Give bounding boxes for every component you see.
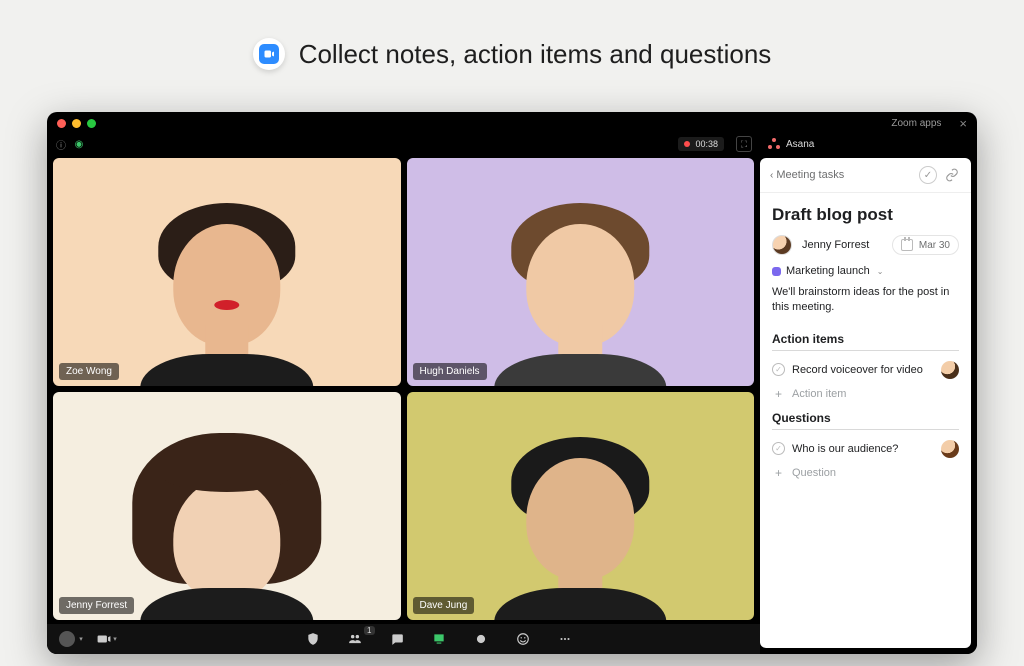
participant-name: Dave Jung (413, 597, 475, 614)
participant-face-icon (473, 433, 688, 620)
promo-title: Collect notes, action items and question… (299, 39, 772, 70)
participant-face-icon (119, 199, 334, 386)
video-grid: Zoe Wong Hugh Daniels Jenny Forrest (47, 154, 760, 624)
more-button[interactable] (549, 628, 581, 650)
copy-link-icon[interactable] (943, 166, 961, 184)
add-question-label: Question (792, 467, 836, 479)
asana-logo-icon (768, 138, 780, 150)
maximize-window-icon[interactable] (87, 119, 96, 128)
participant-face-icon (473, 199, 688, 386)
assignee-avatar-icon[interactable] (941, 361, 959, 379)
participant-face-icon (119, 433, 334, 620)
action-item-text: Record voiceover for video (792, 364, 934, 376)
chat-button[interactable] (381, 628, 413, 650)
traffic-lights[interactable] (57, 119, 96, 128)
video-tile[interactable]: Hugh Daniels (407, 158, 755, 386)
panel-top: ‹ Meeting tasks ✓ (760, 158, 971, 193)
section-action-items-title: Action items (772, 332, 959, 351)
zoom-toolbar: ▾ ▾ 1 (47, 624, 760, 654)
titlebar-label: Zoom apps (891, 118, 959, 129)
participant-name: Hugh Daniels (413, 363, 487, 380)
app-window: Zoom apps × ⓘ ◉ 00:38 ⛶ Zoe Wong (47, 112, 977, 654)
action-item-row[interactable]: ✓ Record voiceover for video (772, 357, 959, 383)
participant-name: Jenny Forrest (59, 597, 134, 614)
share-screen-button[interactable] (423, 628, 455, 650)
assignee-name[interactable]: Jenny Forrest (802, 239, 869, 251)
calendar-icon (901, 239, 913, 251)
video-tile[interactable]: Zoe Wong (53, 158, 401, 386)
video-tile[interactable]: Jenny Forrest (53, 392, 401, 620)
participant-count: 1 (364, 626, 374, 635)
add-question-button[interactable]: + Question (772, 462, 959, 490)
video-button[interactable]: ▾ (91, 628, 123, 650)
window-titlebar: Zoom apps × (47, 112, 977, 134)
participant-name: Zoe Wong (59, 363, 119, 380)
view-layout-button[interactable]: ⛶ (736, 136, 752, 152)
project-chip[interactable]: Marketing launch ⌄ (772, 265, 883, 277)
assignee-avatar-icon[interactable] (941, 440, 959, 458)
add-action-item-label: Action item (792, 388, 846, 400)
video-tile[interactable]: Dave Jung (407, 392, 755, 620)
assignee-avatar-icon[interactable] (772, 235, 792, 255)
record-dot-icon (684, 141, 690, 147)
security-button[interactable] (297, 628, 329, 650)
participants-button[interactable]: 1 (339, 628, 371, 650)
task-description[interactable]: We'll brainstorm ideas for the post in t… (772, 285, 959, 316)
video-topbar: ⓘ ◉ 00:38 ⛶ (47, 134, 760, 154)
question-row[interactable]: ✓ Who is our audience? (772, 436, 959, 462)
zoom-logo-icon (253, 38, 285, 70)
timer-value: 00:38 (695, 139, 718, 149)
info-icon[interactable]: ⓘ (55, 138, 67, 150)
due-date: Mar 30 (919, 240, 950, 251)
mute-button[interactable]: ▾ (55, 628, 87, 650)
back-button[interactable]: ‹ Meeting tasks (770, 169, 844, 181)
record-button[interactable] (465, 628, 497, 650)
back-label: Meeting tasks (776, 169, 844, 181)
complete-task-icon[interactable]: ✓ (919, 166, 937, 184)
asana-header: Asana (760, 134, 977, 154)
recording-timer: 00:38 (678, 137, 724, 151)
task-panel: ‹ Meeting tasks ✓ Draft blog post Jenny … (760, 158, 971, 648)
encryption-shield-icon[interactable]: ◉ (73, 138, 85, 150)
add-action-item-button[interactable]: + Action item (772, 383, 959, 411)
self-avatar-icon (59, 631, 75, 647)
plus-icon: + (772, 466, 785, 480)
plus-icon: + (772, 387, 785, 401)
asana-side-panel: Asana ‹ Meeting tasks ✓ Draft blog post (760, 134, 977, 654)
chevron-down-icon: ⌄ (877, 267, 884, 276)
check-circle-icon[interactable]: ✓ (772, 442, 785, 455)
video-area: ⓘ ◉ 00:38 ⛶ Zoe Wong (47, 134, 760, 654)
asana-app-name: Asana (786, 139, 814, 150)
project-name: Marketing launch (786, 265, 870, 277)
promo-header: Collect notes, action items and question… (0, 0, 1024, 94)
section-questions-title: Questions (772, 411, 959, 430)
project-color-icon (772, 267, 781, 276)
minimize-window-icon[interactable] (72, 119, 81, 128)
question-text: Who is our audience? (792, 443, 934, 455)
task-title[interactable]: Draft blog post (772, 205, 959, 225)
panel-close-icon[interactable]: × (959, 116, 967, 131)
due-date-button[interactable]: Mar 30 (892, 235, 959, 255)
check-circle-icon[interactable]: ✓ (772, 363, 785, 376)
chevron-left-icon: ‹ (770, 170, 773, 181)
reactions-button[interactable] (507, 628, 539, 650)
close-window-icon[interactable] (57, 119, 66, 128)
